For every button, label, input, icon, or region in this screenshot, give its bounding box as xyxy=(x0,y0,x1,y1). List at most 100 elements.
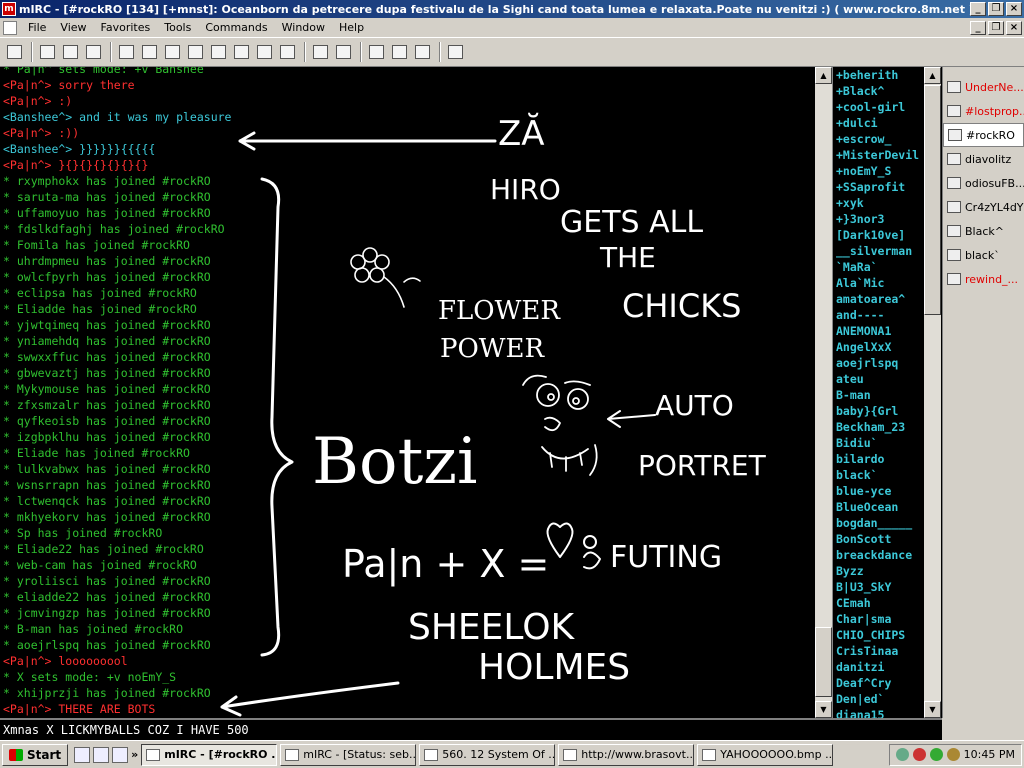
nick-item[interactable]: ateu xyxy=(836,371,924,387)
mdi-minimize-button[interactable]: _ xyxy=(970,20,986,35)
internet-explorer-icon[interactable] xyxy=(74,746,91,763)
menu-view[interactable]: View xyxy=(53,18,93,37)
volume-icon[interactable] xyxy=(946,748,960,761)
nick-item[interactable]: +escrow_ xyxy=(836,131,924,147)
switchbar-item[interactable]: #lostprop... xyxy=(943,99,1024,123)
nick-item[interactable]: Beckham_23 xyxy=(836,419,924,435)
menu-window[interactable]: Window xyxy=(275,18,332,37)
nick-item[interactable]: Den|ed` xyxy=(836,691,924,707)
nick-scroll-down-icon[interactable]: ▼ xyxy=(924,701,941,718)
colors-icon[interactable] xyxy=(185,42,205,62)
nick-item[interactable]: breackdance xyxy=(836,547,924,563)
nick-item[interactable]: B|U3_SkY xyxy=(836,579,924,595)
nick-item[interactable]: +xyk xyxy=(836,195,924,211)
nick-item[interactable]: Ala`Mic xyxy=(836,275,924,291)
switchbar-item[interactable]: UnderNe... xyxy=(943,75,1024,99)
taskbar-button[interactable]: http://www.brasovt... xyxy=(558,743,695,766)
menu-commands[interactable]: Commands xyxy=(198,18,274,37)
save-icon[interactable] xyxy=(112,746,129,763)
log-icon[interactable] xyxy=(310,42,330,62)
nick-item[interactable]: CEmah xyxy=(836,595,924,611)
nick-item[interactable]: [Dark10ve] xyxy=(836,227,924,243)
chat-log[interactable]: * Pa|n^ sets mode: +v Banshee <Pa|n^> sor… xyxy=(0,67,815,718)
nick-item[interactable]: aoejrlspq xyxy=(836,355,924,371)
message-input[interactable]: Xmnas X LICKMYBALLS COZ I HAVE 500 xyxy=(0,718,942,740)
nick-item[interactable]: Char|sma xyxy=(836,611,924,627)
nick-item[interactable]: Deaf^Cry xyxy=(836,675,924,691)
switchbar-item[interactable]: odiosuFB... xyxy=(943,171,1024,195)
nick-item[interactable]: +SSaprofit xyxy=(836,179,924,195)
nick-item[interactable]: bilardo xyxy=(836,451,924,467)
menu-file[interactable]: File xyxy=(21,18,53,37)
nick-item[interactable]: +beherith xyxy=(836,67,924,83)
nick-item[interactable]: Byzz xyxy=(836,563,924,579)
minimize-button[interactable]: _ xyxy=(970,2,986,16)
title-bar[interactable]: m mIRC - [#rockRO [134] [+mnst]: Oceanbo… xyxy=(0,0,1024,18)
send-icon[interactable] xyxy=(208,42,228,62)
notify-icon[interactable] xyxy=(277,42,297,62)
nick-item[interactable]: +Black^ xyxy=(836,83,924,99)
receive-icon[interactable] xyxy=(231,42,251,62)
close-button[interactable]: × xyxy=(1006,2,1022,16)
menu-help[interactable]: Help xyxy=(332,18,371,37)
antivirus-icon[interactable] xyxy=(912,748,926,761)
switchbar-item[interactable]: #rockRO xyxy=(943,123,1024,147)
dcc-icon[interactable] xyxy=(254,42,274,62)
scroll-down-icon[interactable]: ▼ xyxy=(815,701,832,718)
timer-icon[interactable] xyxy=(162,42,182,62)
nick-item[interactable]: ANEMONA1 xyxy=(836,323,924,339)
nick-item[interactable]: diana15 xyxy=(836,707,924,718)
channel-list-icon[interactable] xyxy=(116,42,136,62)
maximize-button[interactable]: ❐ xyxy=(988,2,1004,16)
nick-item[interactable]: +MisterDevil xyxy=(836,147,924,163)
mdi-close-button[interactable]: × xyxy=(1006,20,1022,35)
scroll-up-icon[interactable]: ▲ xyxy=(815,67,832,84)
connect-icon[interactable] xyxy=(4,42,24,62)
taskbar-button[interactable]: YAHOOOOOO.bmp ... xyxy=(697,743,834,766)
nick-item[interactable]: `MaRa` xyxy=(836,259,924,275)
clock[interactable]: 10:45 PM xyxy=(964,748,1015,761)
nick-item[interactable]: and---- xyxy=(836,307,924,323)
help-icon[interactable] xyxy=(445,42,465,62)
network-icon[interactable] xyxy=(895,748,909,761)
folder-icon[interactable] xyxy=(60,42,80,62)
nick-item[interactable]: __silverman xyxy=(836,243,924,259)
nick-item[interactable]: CHIO_CHIPS xyxy=(836,627,924,643)
channel-window-icon[interactable] xyxy=(3,20,17,35)
nick-item[interactable]: bogdan_____ xyxy=(836,515,924,531)
taskbar-button[interactable]: 560. 12 System Of ... xyxy=(419,743,556,766)
nick-item[interactable]: baby}{Grl xyxy=(836,403,924,419)
switchbar-item[interactable]: diavolitz xyxy=(943,147,1024,171)
messenger-icon[interactable] xyxy=(929,748,943,761)
nick-list[interactable]: +beherith +Black^ +cool-girl +dulci +escrow_… xyxy=(832,67,924,718)
switchbar-item[interactable]: Black^ xyxy=(943,219,1024,243)
nick-item[interactable]: blue-yce xyxy=(836,483,924,499)
nick-item[interactable]: BlueOcean xyxy=(836,499,924,515)
nick-item[interactable]: amatoarea^ xyxy=(836,291,924,307)
nick-item[interactable]: +dulci xyxy=(836,115,924,131)
tile-icon[interactable] xyxy=(366,42,386,62)
taskbar-button[interactable]: mIRC - [Status: seb... xyxy=(280,743,417,766)
mirc-app-icon[interactable]: m xyxy=(2,2,16,16)
taskbar-button[interactable]: mIRC - [#rockRO ... xyxy=(141,743,278,766)
arrange-icon[interactable] xyxy=(412,42,432,62)
nick-item[interactable]: Bidiu` xyxy=(836,435,924,451)
nick-item[interactable]: BonScott xyxy=(836,531,924,547)
list-icon[interactable] xyxy=(139,42,159,62)
mdi-restore-button[interactable]: ❐ xyxy=(988,20,1004,35)
start-button[interactable]: Start xyxy=(2,743,69,766)
nicklist-scrollbar[interactable]: ▲ ▼ xyxy=(924,67,941,718)
nick-item[interactable]: +cool-girl xyxy=(836,99,924,115)
nick-item[interactable]: CrisTinaa xyxy=(836,643,924,659)
nick-scroll-thumb[interactable] xyxy=(924,85,941,315)
options-icon[interactable] xyxy=(37,42,57,62)
nick-item[interactable]: B-man xyxy=(836,387,924,403)
nick-item[interactable]: black` xyxy=(836,467,924,483)
cascade-icon[interactable] xyxy=(389,42,409,62)
scroll-thumb[interactable] xyxy=(815,627,832,697)
chat-scrollbar[interactable]: ▲ ▼ xyxy=(815,67,832,718)
outlook-icon[interactable] xyxy=(93,746,110,763)
nick-item[interactable]: danitzi xyxy=(836,659,924,675)
menu-favorites[interactable]: Favorites xyxy=(94,18,158,37)
nick-item[interactable]: AngelXxX xyxy=(836,339,924,355)
